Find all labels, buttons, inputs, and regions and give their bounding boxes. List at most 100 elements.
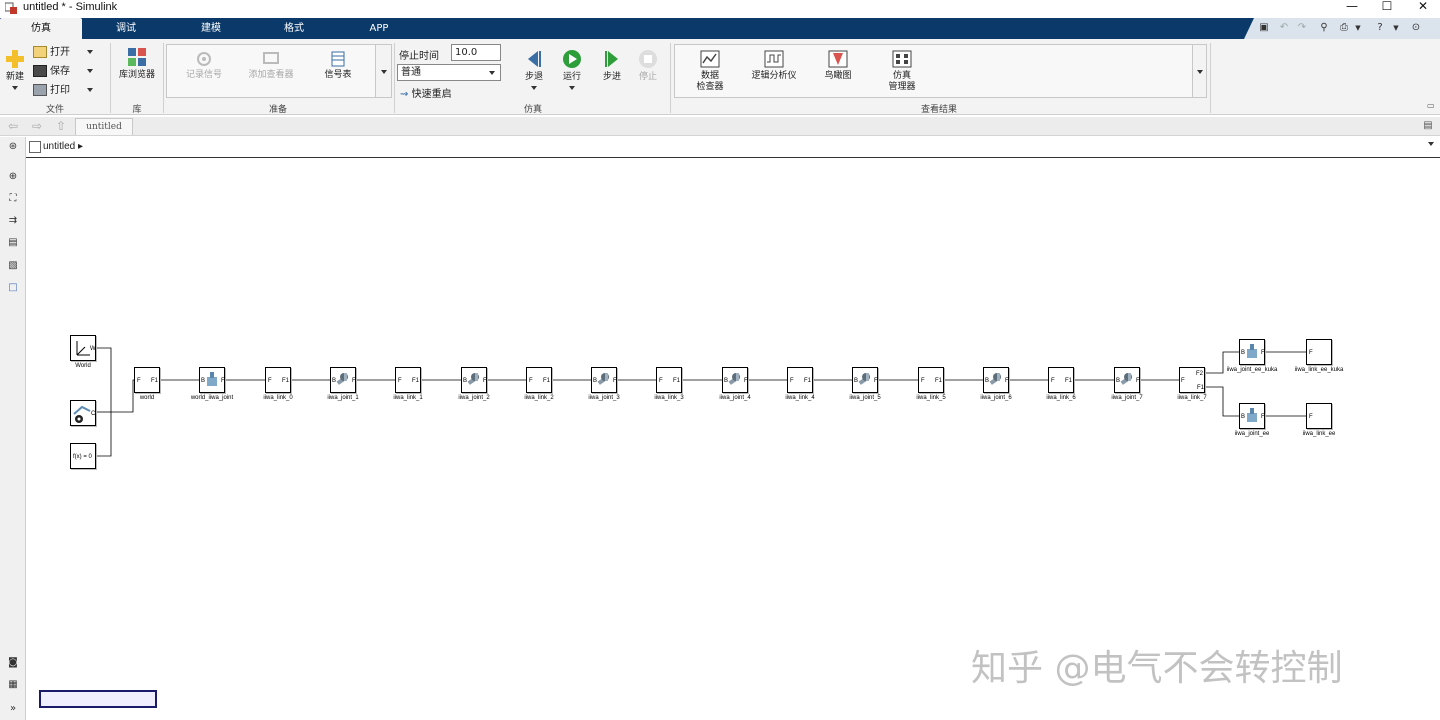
iiwa-joint-5-block[interactable]: BF	[852, 367, 878, 393]
world-block[interactable]: F F1	[134, 367, 160, 393]
step-back-button[interactable]: 步退	[520, 49, 548, 93]
iiwa-link-ee-kuka-block[interactable]: F	[1306, 339, 1332, 365]
model-overview[interactable]	[39, 690, 157, 708]
data-inspector-button[interactable]: 数据 检查器	[690, 50, 730, 93]
connection-line[interactable]	[1205, 386, 1239, 417]
world-iiwa-joint-block[interactable]: BF	[199, 367, 225, 393]
arrow-connect-icon[interactable]: ⇉	[7, 215, 19, 227]
new-button[interactable]: 新建	[3, 49, 27, 93]
document-tab-untitled[interactable]: untitled	[75, 118, 133, 135]
weld-joint-icon	[1247, 344, 1257, 358]
iiwa-link-1-block[interactable]: F F1	[395, 367, 421, 393]
back-arrow-icon[interactable]: ⇦	[5, 119, 21, 133]
block-label: iiwa_joint_6	[980, 395, 1012, 401]
run-button[interactable]: 运行	[558, 49, 586, 93]
log-signal-icon	[197, 52, 211, 66]
iiwa-joint-7-block[interactable]: BF	[1114, 367, 1140, 393]
step-forward-button[interactable]: 步进	[598, 49, 626, 83]
chevron-down-icon[interactable]: ▼	[1390, 22, 1402, 34]
mechanism-configuration-block[interactable]: C	[70, 400, 96, 426]
iiwa-joint-ee-block[interactable]: BF	[1239, 403, 1265, 429]
tab-simulation[interactable]: 仿真	[0, 18, 82, 39]
save-button[interactable]: 保存	[33, 64, 94, 80]
simulation-mode-select[interactable]: 普通	[397, 64, 501, 81]
iiwa-link-2-block[interactable]: F F1	[526, 367, 552, 393]
fit-view-icon[interactable]: ⛶	[7, 193, 19, 205]
breadcrumb-model[interactable]: untitled ▸	[43, 141, 83, 152]
iiwa-joint-4-block[interactable]: BF	[722, 367, 748, 393]
left-palette: ⊛ ⊕ ⛶ ⇉ ▤ ▧ □ ◙ ▦ »	[0, 137, 26, 720]
connection-line[interactable]	[96, 347, 112, 412]
annotation-icon[interactable]: ▤	[7, 237, 19, 249]
iiwa-joint-1-block[interactable]: BF	[330, 367, 356, 393]
stop-time-input[interactable]: 10.0	[451, 44, 501, 61]
chevron-down-icon[interactable]: ▼	[1352, 22, 1364, 34]
iiwa-joint-2-block[interactable]: BF	[461, 367, 487, 393]
prepare-gallery-expand[interactable]	[375, 44, 392, 98]
tab-modeling[interactable]: 建模	[185, 18, 237, 39]
print-button[interactable]: 打印	[33, 83, 94, 99]
screenshot-icon[interactable]: ◙	[7, 657, 19, 669]
port-label: F1	[543, 378, 551, 384]
close-button[interactable]: ✕	[1405, 0, 1440, 16]
add-viewer-button[interactable]: 添加查看器	[242, 51, 300, 81]
review-gallery-expand[interactable]	[1192, 44, 1207, 98]
port-label: F1	[151, 378, 159, 384]
iiwa-joint-3-block[interactable]: BF	[591, 367, 617, 393]
open-label: 打开	[50, 47, 70, 58]
signal-table-button[interactable]: 信号表	[318, 51, 358, 81]
open-button[interactable]: 打开	[33, 45, 94, 61]
collapse-ribbon-icon[interactable]: ▭	[1427, 101, 1435, 110]
property-inspector-icon[interactable]: ▦	[7, 679, 19, 691]
iiwa-link-6-block[interactable]: F F1	[1048, 367, 1074, 393]
connection-line[interactable]	[96, 412, 112, 457]
zoom-icon[interactable]: ⊕	[7, 171, 19, 183]
hide-show-icon[interactable]: ⊛	[7, 141, 19, 153]
chevron-down-icon[interactable]	[1428, 142, 1434, 146]
iiwa-link-4-block[interactable]: F F1	[787, 367, 813, 393]
solver-configuration-block[interactable]: f(x) = 0	[70, 443, 96, 469]
forward-arrow-icon[interactable]: ⇨	[29, 119, 45, 133]
help-icon[interactable]: ?	[1374, 22, 1386, 34]
iiwa-joint-6-block[interactable]: BF	[983, 367, 1009, 393]
connection-line[interactable]	[111, 379, 135, 413]
minimize-button[interactable]: —	[1334, 0, 1370, 16]
group-label-simulate: 仿真	[523, 105, 542, 115]
print-icon[interactable]: ⎙	[1338, 22, 1350, 34]
sim-manager-button[interactable]: 仿真 管理器	[882, 50, 922, 93]
panel-toggle-icon[interactable]: ▤	[1420, 119, 1436, 133]
expand-panel-icon[interactable]: »	[7, 703, 19, 715]
iiwa-joint-ee-kuka-block[interactable]: BF	[1239, 339, 1265, 365]
stop-button[interactable]: 停止	[634, 49, 662, 83]
save-icon[interactable]: ▣	[1258, 22, 1270, 34]
maximize-button[interactable]: ☐	[1369, 0, 1405, 16]
model-canvas[interactable]: W World Cf(x) = 0 F F1 world B F world_iiwa_join…	[27, 159, 1440, 720]
port-label: F	[1136, 378, 1140, 384]
undo-icon[interactable]: ↶	[1278, 22, 1290, 34]
birds-eye-button[interactable]: 鸟瞰图	[818, 50, 858, 82]
iiwa-link-5-block[interactable]: F F1	[918, 367, 944, 393]
image-icon[interactable]: ▧	[7, 260, 19, 272]
iiwa-link-3-block[interactable]: F F1	[656, 367, 682, 393]
block-label: iiwa_link_3	[654, 395, 684, 401]
logic-analyzer-button[interactable]: 逻辑分析仪	[746, 50, 802, 82]
port-label: F1	[282, 378, 290, 384]
tab-debug[interactable]: 调试	[100, 18, 152, 39]
iiwa-link-ee-block[interactable]: F	[1306, 403, 1332, 429]
world-frame-block[interactable]: W	[70, 335, 96, 361]
library-browser-button[interactable]: 库浏览器	[116, 47, 158, 81]
iiwa-link-0-block[interactable]: F F1	[265, 367, 291, 393]
area-icon[interactable]: □	[7, 282, 19, 294]
iiwa-link-7-block[interactable]: F F2 F1	[1179, 367, 1205, 393]
log-signal-button[interactable]: 记录信号	[178, 51, 230, 81]
tab-apps[interactable]: APP	[353, 18, 405, 39]
stop-time-label: 停止时间	[399, 51, 439, 62]
options-icon[interactable]: ⊙	[1410, 22, 1422, 34]
up-arrow-icon[interactable]: ⇧	[53, 119, 69, 133]
fast-restart-button[interactable]: ⇝ 快速重启	[400, 85, 452, 100]
weld-joint-icon	[1247, 408, 1257, 422]
tab-format[interactable]: 格式	[268, 18, 320, 39]
port-label: F1	[673, 378, 681, 384]
search-icon[interactable]: ⚲	[1318, 22, 1330, 34]
redo-icon[interactable]: ↷	[1296, 22, 1308, 34]
